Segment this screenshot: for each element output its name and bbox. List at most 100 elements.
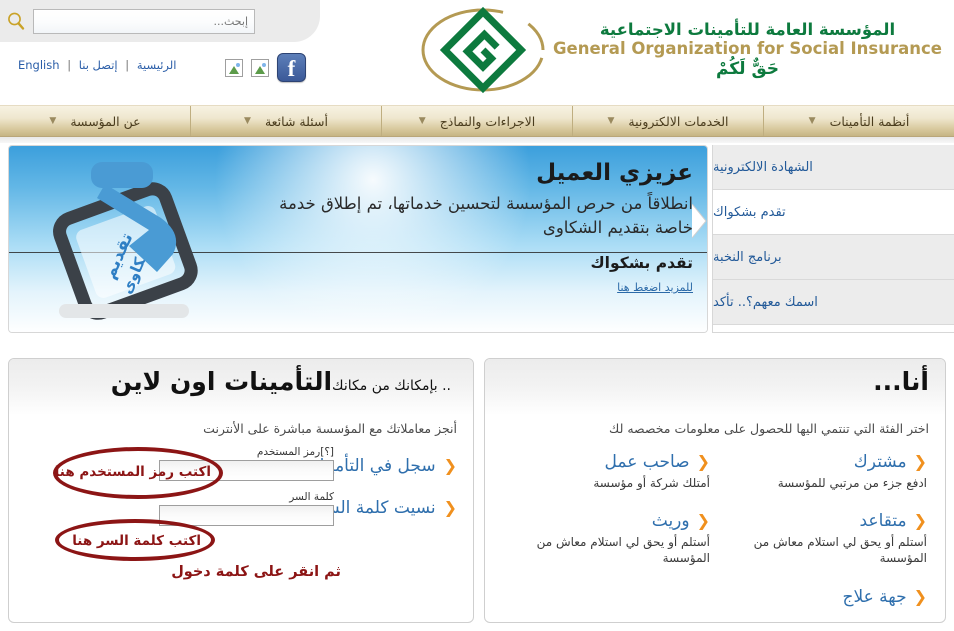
main-navigation: أنظمة التأمينات ▼ الخدمات الالكترونية ▼ …	[0, 105, 954, 137]
categories-panel: أنا... اختر الفئة التي تنتمي اليها للحصو…	[484, 358, 946, 623]
search-icon[interactable]	[6, 11, 26, 31]
chevron-left-icon: ❮	[444, 500, 457, 516]
home-link[interactable]: الرئيسية	[137, 58, 177, 72]
password-label: كلمة السر	[154, 491, 334, 503]
chevron-down-icon: ▼	[419, 117, 426, 126]
nav-label: عن المؤسسة	[70, 114, 140, 129]
utility-links: الرئيسية | إتصل بنا | English	[18, 58, 176, 72]
nav-label: الخدمات الالكترونية	[628, 114, 728, 129]
online-insurance-panel: .. بإمكانك من مكانكالتأمينات اون لاين أن…	[8, 358, 474, 623]
page-root: الرئيسية | إتصل بنا | English f المؤسسة …	[0, 0, 954, 631]
hero-side-item-name-check[interactable]: اسمك معهم؟.. تأكد	[713, 280, 954, 325]
hero-banner[interactable]: تقديم الشكاوى عزيزي العميل انطلاقاً من ح…	[8, 145, 708, 333]
username-label-row: [؟]رمز المستخدم	[154, 446, 334, 458]
chevron-left-icon: ❮	[914, 513, 927, 529]
categories-title: أنا...	[873, 367, 929, 396]
category-description: ادفع جزء من مرتبي للمؤسسة	[720, 475, 927, 491]
chevron-left-icon: ❮	[914, 589, 927, 605]
nav-item-about[interactable]: عن المؤسسة ▼	[0, 106, 190, 136]
contact-link[interactable]: إتصل بنا	[79, 58, 118, 72]
chevron-left-icon: ❮	[697, 454, 710, 470]
categories-description: اختر الفئة التي تنتمي اليها للحصول على م…	[485, 415, 945, 436]
broken-image-icon-1[interactable]	[225, 59, 243, 77]
facebook-icon[interactable]: f	[277, 53, 306, 82]
category-title: مشترك	[854, 452, 907, 472]
categories-grid: ❮ مشترك ادفع جزء من مرتبي للمؤسسة ❮ صاحب…	[485, 436, 945, 607]
hero-side-item-submit-complaint[interactable]: تقدم بشكواك	[713, 190, 954, 235]
category-title: متقاعد	[860, 511, 907, 531]
hero-subtitle: تقدم بشكواك	[590, 254, 693, 272]
annotation-username: اكتب رمز المستخدم هنا	[55, 464, 211, 480]
category-title: وريث	[652, 511, 690, 531]
chevron-left-icon: ❮	[697, 513, 710, 529]
hero-side-item-label: اسمك معهم؟.. تأكد	[713, 295, 818, 310]
hero-side-item-e-certificate[interactable]: الشهادة الالكترونية	[713, 145, 954, 190]
chevron-down-icon: ▼	[244, 117, 251, 126]
online-insurance-description: أنجز معاملاتك مع المؤسسة مباشرة على الأن…	[9, 415, 473, 436]
username-help-icon[interactable]: [؟]	[320, 446, 334, 458]
english-link[interactable]: English	[18, 58, 60, 72]
hero-pointer-icon	[692, 204, 708, 238]
category-description: أمتلك شركة أو مؤسسة	[503, 475, 710, 491]
brand-block: المؤسسة العامة للتأمينات الاجتماعية Gene…	[419, 6, 942, 94]
login-area: ❮ سجل في التأمينات ❮ نسيت كلمة السر [؟]ر…	[9, 436, 473, 616]
hero-body: انطلاقاً من حرص المؤسسة لتحسين خدماتها، …	[263, 192, 693, 240]
nav-item-e-services[interactable]: الخدمات الالكترونية ▼	[572, 106, 763, 136]
category-head: ❮ صاحب عمل	[503, 452, 710, 472]
top-bar: الرئيسية | إتصل بنا | English f المؤسسة …	[0, 0, 954, 100]
link-separator-2: |	[67, 58, 71, 72]
hero-side-item-elite-program[interactable]: برنامج النخبة	[713, 235, 954, 280]
hero-side-item-label: تقدم بشكواك	[713, 205, 786, 220]
annotation-submit: ثم انقر على كلمة دخول	[171, 564, 341, 580]
category-head: ❮ وريث	[503, 511, 710, 531]
nav-label: الاجراءات والنماذج	[440, 114, 536, 129]
broken-image-icon-2[interactable]	[251, 59, 269, 77]
nav-label: أنظمة التأمينات	[830, 114, 910, 129]
hero-side-item-label: الشهادة الالكترونية	[713, 160, 813, 175]
search-input[interactable]	[33, 9, 255, 34]
username-label: رمز المستخدم	[257, 446, 320, 458]
category-employer[interactable]: ❮ صاحب عمل أمتلك شركة أو مؤسسة	[503, 452, 710, 491]
category-head: ❮ متقاعد	[720, 511, 927, 531]
category-title: صاحب عمل	[605, 452, 690, 472]
hero-side-list: الشهادة الالكترونية تقدم بشكواك برنامج ا…	[712, 145, 954, 333]
online-insurance-title: التأمينات اون لاين	[111, 367, 332, 396]
category-retiree[interactable]: ❮ متقاعد أستلم أو يحق لي استلام معاش من …	[720, 511, 927, 566]
login-form: [؟]رمز المستخدم كلمة السر	[154, 446, 334, 536]
category-head: ❮ مشترك	[720, 452, 927, 472]
nav-item-insurance-systems[interactable]: أنظمة التأمينات ▼	[763, 106, 954, 136]
social-icons: f	[225, 53, 306, 82]
brand-text: المؤسسة العامة للتأمينات الاجتماعية Gene…	[553, 21, 942, 79]
brand-slogan: حَقٌّ لَكُمْ	[553, 60, 942, 79]
category-title: جهة علاج	[842, 587, 906, 607]
hero-title: عزيزي العميل	[263, 160, 693, 186]
online-insurance-header: .. بإمكانك من مكانكالتأمينات اون لاين	[9, 359, 473, 415]
chevron-down-icon: ▼	[809, 117, 816, 126]
hero-text: عزيزي العميل انطلاقاً من حرص المؤسسة لتح…	[263, 160, 693, 240]
complaint-illustration-icon: تقديم الشكاوى	[31, 154, 231, 329]
online-insurance-subtitle: .. بإمكانك من مكانك	[332, 378, 451, 394]
category-subscriber[interactable]: ❮ مشترك ادفع جزء من مرتبي للمؤسسة	[720, 452, 927, 491]
category-description: أستلم أو يحق لي استلام معاش من المؤسسة	[503, 534, 710, 566]
category-head: ❮ جهة علاج	[503, 587, 927, 607]
hero-side-item-label: برنامج النخبة	[713, 250, 782, 265]
category-heir[interactable]: ❮ وريث أستلم أو يحق لي استلام معاش من ال…	[503, 511, 710, 566]
nav-item-procedures-forms[interactable]: الاجراءات والنماذج ▼	[381, 106, 572, 136]
gosi-logo	[419, 6, 547, 94]
category-description: أستلم أو يحق لي استلام معاش من المؤسسة	[720, 534, 927, 566]
link-separator-1: |	[125, 58, 129, 72]
nav-shadow	[0, 137, 954, 143]
categories-header: أنا...	[485, 359, 945, 415]
chevron-left-icon: ❮	[914, 454, 927, 470]
nav-label: أسئلة شائعة	[265, 114, 328, 129]
nav-item-faq[interactable]: أسئلة شائعة ▼	[190, 106, 381, 136]
password-input[interactable]	[159, 505, 334, 526]
brand-title-english: General Organization for Social Insuranc…	[553, 40, 942, 58]
chevron-left-icon: ❮	[444, 458, 457, 474]
annotation-password: اكتب كلمة السر هنا	[72, 533, 201, 549]
category-medical-provider[interactable]: ❮ جهة علاج	[503, 587, 927, 607]
search-row	[6, 5, 306, 37]
chevron-down-icon: ▼	[607, 117, 614, 126]
hero-more-link[interactable]: للمزيد اضغط هنا	[617, 281, 693, 294]
brand-title-arabic: المؤسسة العامة للتأمينات الاجتماعية	[553, 21, 942, 39]
